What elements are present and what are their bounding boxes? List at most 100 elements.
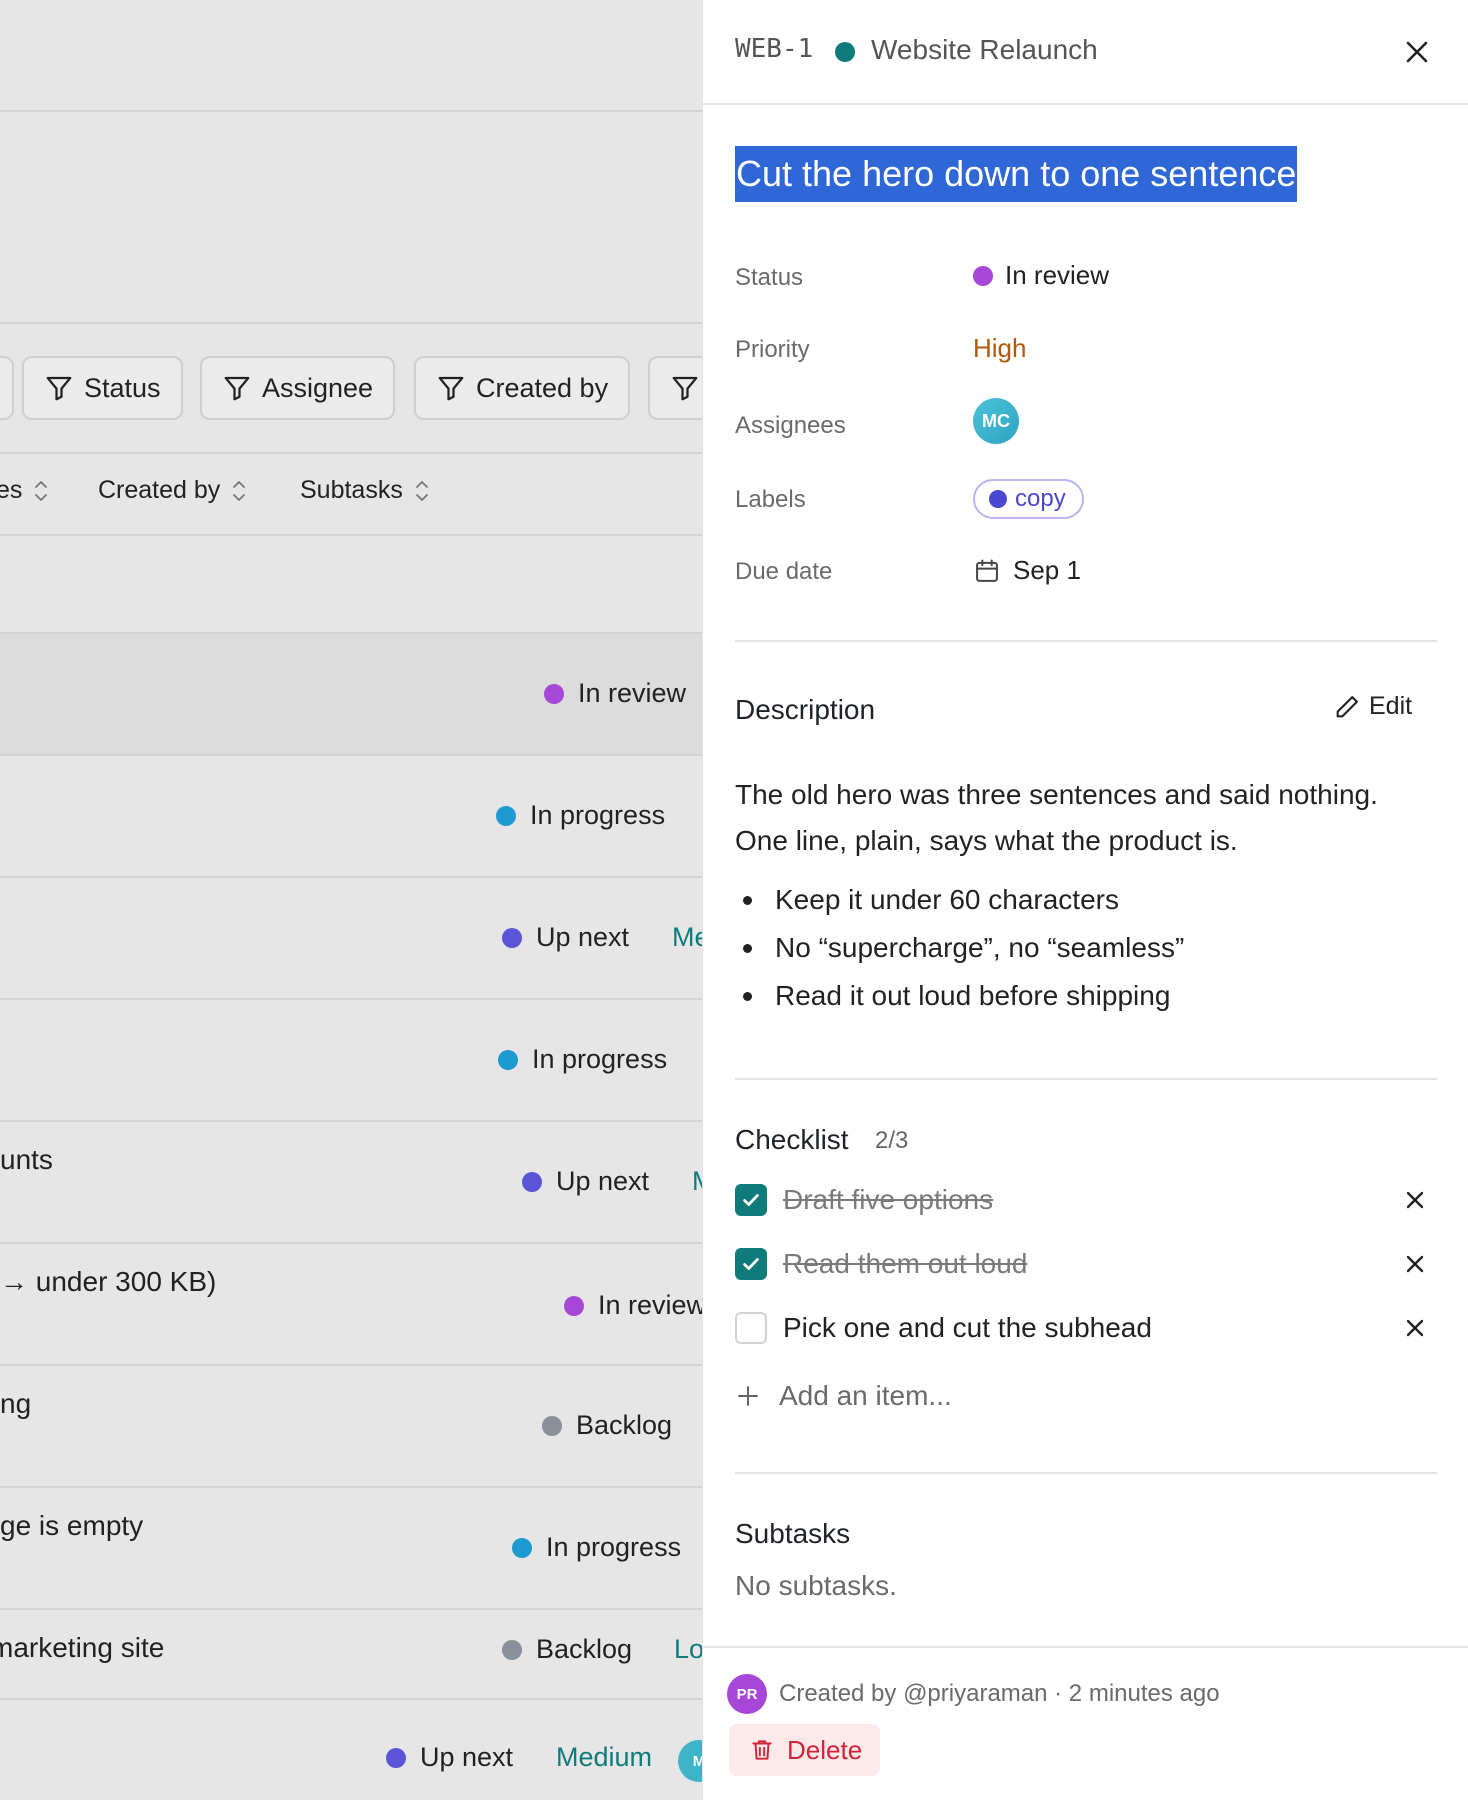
check-icon — [743, 1258, 759, 1270]
status-dot — [542, 1415, 562, 1436]
status-dot — [564, 1295, 584, 1316]
divider — [735, 640, 1437, 642]
divider — [0, 110, 702, 112]
status-cell: In progress — [498, 1044, 667, 1075]
subtasks-heading: Subtasks — [735, 1518, 851, 1549]
task-list-background: Status Assignee Created by es Created by… — [0, 0, 702, 1800]
table-row[interactable]: In progress — [0, 756, 702, 878]
table-row[interactable]: Up next Medium M — [0, 1700, 702, 1800]
project-name[interactable]: Website Relaunch — [871, 34, 1098, 66]
status-dot — [498, 1049, 518, 1070]
filter-icon — [438, 376, 464, 401]
table-row[interactable]: In review — [0, 634, 702, 756]
subtasks-empty-text: No subtasks. — [735, 1570, 897, 1601]
table-row[interactable]: marketing site Backlog Lo — [0, 1610, 702, 1700]
filter-icon — [46, 376, 72, 401]
checkbox-checked[interactable] — [735, 1248, 767, 1280]
label-chip[interactable]: copy — [973, 479, 1084, 519]
status-label: Status — [735, 264, 804, 291]
plus-icon — [738, 1386, 758, 1406]
column-header-subtasks[interactable]: Subtasks — [300, 476, 431, 505]
due-date-value[interactable]: Sep 1 — [973, 555, 1081, 586]
checklist-item: Read them out loud — [735, 1244, 1437, 1284]
description-list: Keep it under 60 characters No “supercha… — [735, 876, 1435, 1020]
table-row[interactable]: → under 300 KB) In review — [0, 1244, 702, 1366]
row-title: → under 300 KB) — [0, 1266, 217, 1297]
status-cell: In review — [544, 678, 686, 709]
priority-cell: M — [692, 1166, 702, 1197]
avatar[interactable]: MC — [973, 398, 1019, 444]
assignees-label: Assignees — [735, 412, 846, 439]
remove-item-icon[interactable] — [1401, 1314, 1429, 1342]
status-cell: Up next — [522, 1166, 649, 1197]
status-dot — [496, 805, 516, 826]
divider — [0, 322, 702, 324]
add-checklist-item[interactable]: Add an item... — [735, 1380, 952, 1412]
labels-value: copy — [973, 479, 1084, 519]
priority-cell: Medium — [556, 1742, 653, 1772]
checklist-item-text[interactable]: Pick one and cut the subhead — [783, 1312, 1152, 1344]
status-dot — [544, 683, 564, 704]
pencil-icon — [1336, 695, 1358, 717]
panel-header: WEB-1 Website Relaunch — [703, 0, 1468, 105]
sort-icon — [233, 480, 246, 501]
filter-button-partial[interactable] — [0, 356, 14, 420]
edit-description-button[interactable]: Edit — [1333, 692, 1412, 721]
priority-cell: Lo — [674, 1634, 702, 1664]
table-row[interactable]: In progress — [0, 1000, 702, 1122]
description-heading: Description — [735, 694, 876, 725]
filter-assignee-button[interactable]: Assignee — [200, 356, 396, 420]
table-row[interactable]: ge is empty In progress — [0, 1488, 702, 1610]
priority-label: Priority — [735, 336, 810, 363]
priority-cell: Me — [672, 922, 702, 952]
checklist-item: Pick one and cut the subhead — [735, 1308, 1437, 1348]
checklist-count: 2/3 — [875, 1127, 909, 1154]
remove-item-icon[interactable] — [1401, 1186, 1429, 1214]
label-dot — [989, 490, 1007, 508]
task-title[interactable]: Cut the hero down to one sentence — [735, 146, 1298, 202]
status-dot — [973, 265, 993, 286]
delete-button[interactable]: Delete — [729, 1724, 881, 1776]
avatar: M — [678, 1740, 702, 1782]
status-value[interactable]: In review — [973, 260, 1109, 291]
status-dot — [522, 1171, 542, 1192]
divider — [735, 1472, 1437, 1474]
status-dot — [386, 1747, 406, 1768]
table-row[interactable]: Up next Me — [0, 878, 702, 1000]
trash-icon — [752, 1740, 772, 1760]
status-cell: Backlog — [542, 1410, 672, 1441]
status-cell: In review — [564, 1290, 702, 1321]
status-dot — [512, 1537, 532, 1558]
labels-label: Labels — [735, 486, 806, 513]
status-cell: In progress — [496, 800, 665, 831]
close-icon[interactable] — [1399, 34, 1435, 70]
remove-item-icon[interactable] — [1401, 1250, 1429, 1278]
column-header-created-by[interactable]: Created by — [98, 476, 248, 505]
status-cell: Up next — [502, 922, 629, 953]
checklist-item: Draft five options — [735, 1180, 1437, 1220]
project-color-dot — [835, 42, 855, 62]
filter-label: Status — [84, 372, 161, 403]
list-item: Keep it under 60 characters — [735, 876, 1435, 924]
status-dot — [502, 1639, 522, 1660]
table-row[interactable]: unts Up next M — [0, 1122, 702, 1244]
filter-status-button[interactable]: Status — [22, 356, 183, 420]
task-detail-panel: WEB-1 Website Relaunch Cut the hero down… — [702, 0, 1468, 1800]
panel-footer: PR Created by @priyaraman · 2 minutes ag… — [703, 1646, 1468, 1800]
checklist-item-text[interactable]: Draft five options — [783, 1184, 993, 1216]
checklist-item-text[interactable]: Read them out loud — [783, 1248, 1027, 1280]
filter-label: Assignee — [262, 372, 374, 403]
filter-created-by-button[interactable]: Created by — [414, 356, 631, 420]
list-item: No “supercharge”, no “seamless” — [735, 924, 1435, 972]
checkbox-checked[interactable] — [735, 1184, 767, 1216]
filter-icon — [224, 376, 250, 401]
table-row[interactable]: ng Backlog — [0, 1366, 702, 1488]
divider — [735, 1078, 1437, 1080]
column-header-assignees[interactable]: es — [0, 476, 50, 505]
filter-button-partial[interactable] — [648, 356, 702, 420]
priority-value[interactable]: High — [973, 333, 1026, 364]
filter-label: Created by — [476, 372, 609, 403]
status-cell: Up next — [386, 1742, 513, 1773]
list-item: Read it out loud before shipping — [735, 972, 1435, 1020]
checkbox-unchecked[interactable] — [735, 1312, 767, 1344]
